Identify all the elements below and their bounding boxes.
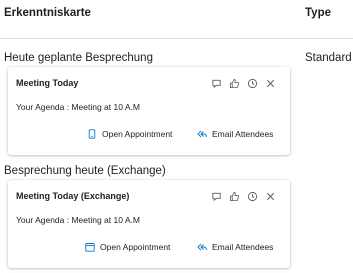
reply-all-icon	[197, 130, 207, 138]
phone-icon	[88, 129, 96, 139]
column-header-type: Type	[305, 7, 331, 19]
insight-card-meeting-today-exchange: Meeting Today (Exchange) Your Agenda : M…	[8, 180, 290, 268]
row-title-exchange-meeting: Besprechung heute (Exchange)	[4, 165, 166, 177]
insight-card-meeting-today: Meeting Today Your Agenda : Meeting at 1…	[8, 67, 290, 155]
calendar-icon	[85, 243, 95, 252]
card-agenda-text: Your Agenda : Meeting at 10 A.M	[16, 102, 140, 112]
card-agenda-text: Your Agenda : Meeting at 10 A.M	[16, 215, 140, 225]
row-title-scheduled-meeting: Heute geplante Besprechung	[4, 52, 153, 64]
email-attendees-label: Email Attendees	[212, 129, 274, 139]
email-attendees-button[interactable]: Email Attendees	[197, 129, 273, 139]
card-toolbar	[211, 78, 276, 89]
header-divider	[0, 38, 353, 39]
snooze-clock-icon[interactable]	[247, 191, 258, 202]
feedback-icon[interactable]	[211, 78, 222, 89]
card-toolbar	[211, 191, 276, 202]
open-appointment-button[interactable]: Open Appointment	[87, 129, 172, 139]
thumbs-up-icon[interactable]	[229, 78, 240, 89]
open-appointment-label: Open Appointment	[102, 129, 173, 139]
snooze-clock-icon[interactable]	[247, 78, 258, 89]
email-attendees-label: Email Attendees	[212, 242, 274, 252]
reply-all-icon	[197, 243, 207, 251]
email-attendees-button[interactable]: Email Attendees	[197, 242, 273, 252]
card-title: Meeting Today	[16, 78, 79, 88]
card-actions: Open Appointment Email Attendees	[8, 242, 290, 256]
column-header-card: Erkenntniskarte	[4, 7, 91, 19]
open-appointment-button[interactable]: Open Appointment	[85, 242, 170, 252]
close-icon[interactable]	[265, 191, 276, 202]
card-title: Meeting Today (Exchange)	[16, 191, 130, 201]
card-actions: Open Appointment Email Attendees	[8, 129, 290, 143]
feedback-icon[interactable]	[211, 191, 222, 202]
thumbs-up-icon[interactable]	[229, 191, 240, 202]
close-icon[interactable]	[265, 78, 276, 89]
open-appointment-label: Open Appointment	[100, 242, 171, 252]
row-type-value: Standard	[305, 52, 352, 64]
